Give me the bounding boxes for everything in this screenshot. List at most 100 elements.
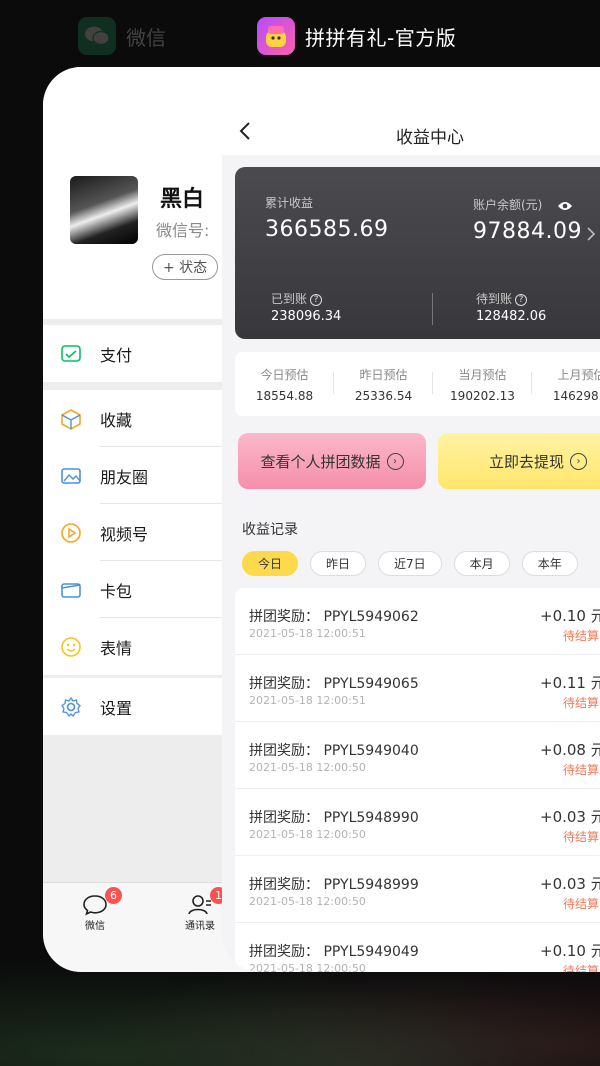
balance-label: 账户余额(元) bbox=[473, 198, 543, 212]
wechat-switcher-header[interactable]: 微信 bbox=[78, 17, 166, 55]
estimate-this-month: 当月预估 190202.13 bbox=[433, 352, 532, 416]
wechat-app-name: 微信 bbox=[126, 25, 166, 50]
sticker-icon bbox=[60, 636, 82, 658]
status-button[interactable]: + 状态 bbox=[152, 254, 219, 280]
pinpin-app-icon bbox=[257, 17, 295, 55]
record-status: 待结算 bbox=[563, 696, 600, 710]
estimate-last-month: 上月预估 146298.3 bbox=[532, 352, 600, 416]
tab-label: 通讯录 bbox=[185, 921, 215, 932]
estimate-today: 今日预估 18554.88 bbox=[235, 352, 334, 416]
divider bbox=[432, 293, 433, 325]
records-list: 拼团奖励： PPYL5949062 2021-05-18 12:00:51 +0… bbox=[235, 588, 600, 972]
record-name: 拼团奖励： PPYL5948990 bbox=[249, 810, 419, 826]
record-name: 拼团奖励： PPYL5949062 bbox=[249, 609, 419, 625]
earnings-summary-card: 累计收益 366585.69 账户余额(元) 97884.09 已到账? 238… bbox=[235, 167, 600, 339]
total-earnings-label: 累计收益 bbox=[265, 196, 314, 210]
avatar[interactable] bbox=[70, 176, 138, 244]
estimate-label: 当月预估 bbox=[458, 368, 507, 382]
record-amount: +0.03 元 bbox=[540, 875, 600, 893]
record-amount: +0.10 元 bbox=[540, 942, 600, 960]
circle-arrow-icon: › bbox=[386, 452, 404, 470]
filter-this-year[interactable]: 本年 bbox=[521, 551, 578, 576]
chevron-right-icon[interactable] bbox=[586, 226, 596, 245]
record-amount: +0.08 元 bbox=[540, 741, 600, 759]
estimates-row: 今日预估 18554.88 昨日预估 25336.54 当月预估 190202.… bbox=[235, 352, 600, 416]
card-wallet-icon bbox=[60, 579, 82, 601]
wechat-id-label: 微信号: bbox=[156, 221, 210, 240]
record-name: 拼团奖励： PPYL5949040 bbox=[249, 743, 419, 759]
record-name: 拼团奖励： PPYL5948999 bbox=[249, 877, 419, 893]
pay-icon bbox=[60, 343, 82, 365]
list-item[interactable]: 拼团奖励： PPYL5948999 2021-05-18 12:00:50 +0… bbox=[235, 856, 600, 923]
estimate-label: 今日预估 bbox=[260, 368, 309, 382]
record-status: 待结算 bbox=[563, 897, 600, 911]
pinpin-app-card[interactable]: 收益中心 累计收益 366585.69 账户余额(元) 97884.09 已到账… bbox=[222, 67, 600, 972]
record-time: 2021-05-18 12:00:50 bbox=[249, 828, 366, 841]
filter-last-7-days[interactable]: 近7日 bbox=[378, 551, 442, 576]
nav-bar: 收益中心 bbox=[222, 67, 600, 155]
list-item[interactable]: 拼团奖励： PPYL5949065 2021-05-18 12:00:51 +0… bbox=[235, 655, 600, 722]
menu-label: 设置 bbox=[100, 698, 133, 718]
menu-label: 收藏 bbox=[100, 410, 133, 430]
estimate-value: 25336.54 bbox=[354, 389, 413, 403]
record-time: 2021-05-18 12:00:51 bbox=[249, 627, 366, 640]
view-group-data-button[interactable]: 查看个人拼团数据 › bbox=[238, 433, 426, 489]
record-status: 待结算 bbox=[563, 629, 600, 643]
menu-label: 朋友圈 bbox=[100, 467, 149, 487]
record-time: 2021-05-18 12:00:51 bbox=[249, 694, 366, 707]
menu-label: 卡包 bbox=[100, 581, 133, 601]
record-amount: +0.10 元 bbox=[540, 607, 600, 625]
filter-this-month[interactable]: 本月 bbox=[453, 551, 510, 576]
list-item[interactable]: 拼团奖励： PPYL5949040 2021-05-18 12:00:50 +0… bbox=[235, 722, 600, 789]
record-name: 拼团奖励： PPYL5949065 bbox=[249, 676, 419, 692]
list-item[interactable]: 拼团奖励： PPYL5949062 2021-05-18 12:00:51 +0… bbox=[235, 588, 600, 655]
record-amount: +0.03 元 bbox=[540, 808, 600, 826]
button-label: 查看个人拼团数据 bbox=[260, 452, 381, 471]
menu-label: 表情 bbox=[100, 638, 133, 658]
record-status: 待结算 bbox=[563, 763, 600, 777]
status-button-label: + 状态 bbox=[163, 260, 208, 276]
estimate-value: 18554.88 bbox=[255, 389, 314, 403]
settings-icon bbox=[60, 696, 82, 718]
help-icon[interactable]: ? bbox=[515, 294, 528, 306]
filter-today[interactable]: 今日 bbox=[242, 551, 299, 576]
list-item[interactable]: 拼团奖励： PPYL5948990 2021-05-18 12:00:50 +0… bbox=[235, 789, 600, 856]
estimate-label: 上月预估 bbox=[557, 368, 600, 382]
pending-value: 128482.06 bbox=[476, 309, 547, 324]
help-icon[interactable]: ? bbox=[310, 294, 323, 306]
pinpin-switcher-header[interactable]: 拼拼有礼-官方版 bbox=[257, 17, 456, 55]
record-time: 2021-05-18 12:00:50 bbox=[249, 761, 366, 774]
withdraw-button[interactable]: 立即去提现 › bbox=[438, 433, 600, 489]
estimate-value: 146298.3 bbox=[552, 389, 600, 403]
wechat-app-icon bbox=[78, 17, 116, 55]
chats-badge: 6 bbox=[105, 887, 122, 904]
moments-icon bbox=[60, 465, 82, 487]
list-item[interactable]: 拼团奖励： PPYL5949049 2021-05-18 12:00:50 +0… bbox=[235, 923, 600, 972]
record-time: 2021-05-18 12:00:50 bbox=[249, 895, 366, 908]
record-time: 2021-05-18 12:00:50 bbox=[249, 962, 366, 972]
records-title: 收益记录 bbox=[242, 522, 298, 538]
filter-yesterday[interactable]: 昨日 bbox=[310, 551, 367, 576]
record-amount: +0.11 元 bbox=[540, 674, 600, 692]
tab-chats[interactable]: 6 微信 bbox=[65, 887, 125, 932]
channels-icon bbox=[60, 522, 82, 544]
balance-value[interactable]: 97884.09 bbox=[473, 219, 582, 244]
button-label: 立即去提现 bbox=[488, 452, 564, 471]
record-status: 待结算 bbox=[563, 964, 600, 972]
estimate-label: 昨日预估 bbox=[359, 368, 408, 382]
favorites-icon bbox=[60, 408, 82, 430]
circle-arrow-icon: › bbox=[570, 452, 587, 470]
profile-name: 黑白 bbox=[160, 187, 205, 212]
record-name: 拼团奖励： PPYL5949049 bbox=[249, 944, 419, 960]
page-title: 收益中心 bbox=[396, 128, 464, 148]
pending-label: 待到账? bbox=[476, 290, 528, 307]
records-filter-chips: 今日 昨日 近7日 本月 本年 bbox=[242, 551, 578, 576]
pinpin-app-name: 拼拼有礼-官方版 bbox=[305, 25, 457, 50]
menu-label: 支付 bbox=[100, 345, 133, 365]
received-value: 238096.34 bbox=[271, 309, 342, 324]
eye-icon[interactable] bbox=[557, 197, 573, 216]
tab-label: 微信 bbox=[85, 921, 105, 932]
tab-contacts[interactable]: 1 通讯录 bbox=[170, 887, 230, 932]
estimate-yesterday: 昨日预估 25336.54 bbox=[334, 352, 433, 416]
record-status: 待结算 bbox=[563, 830, 600, 844]
